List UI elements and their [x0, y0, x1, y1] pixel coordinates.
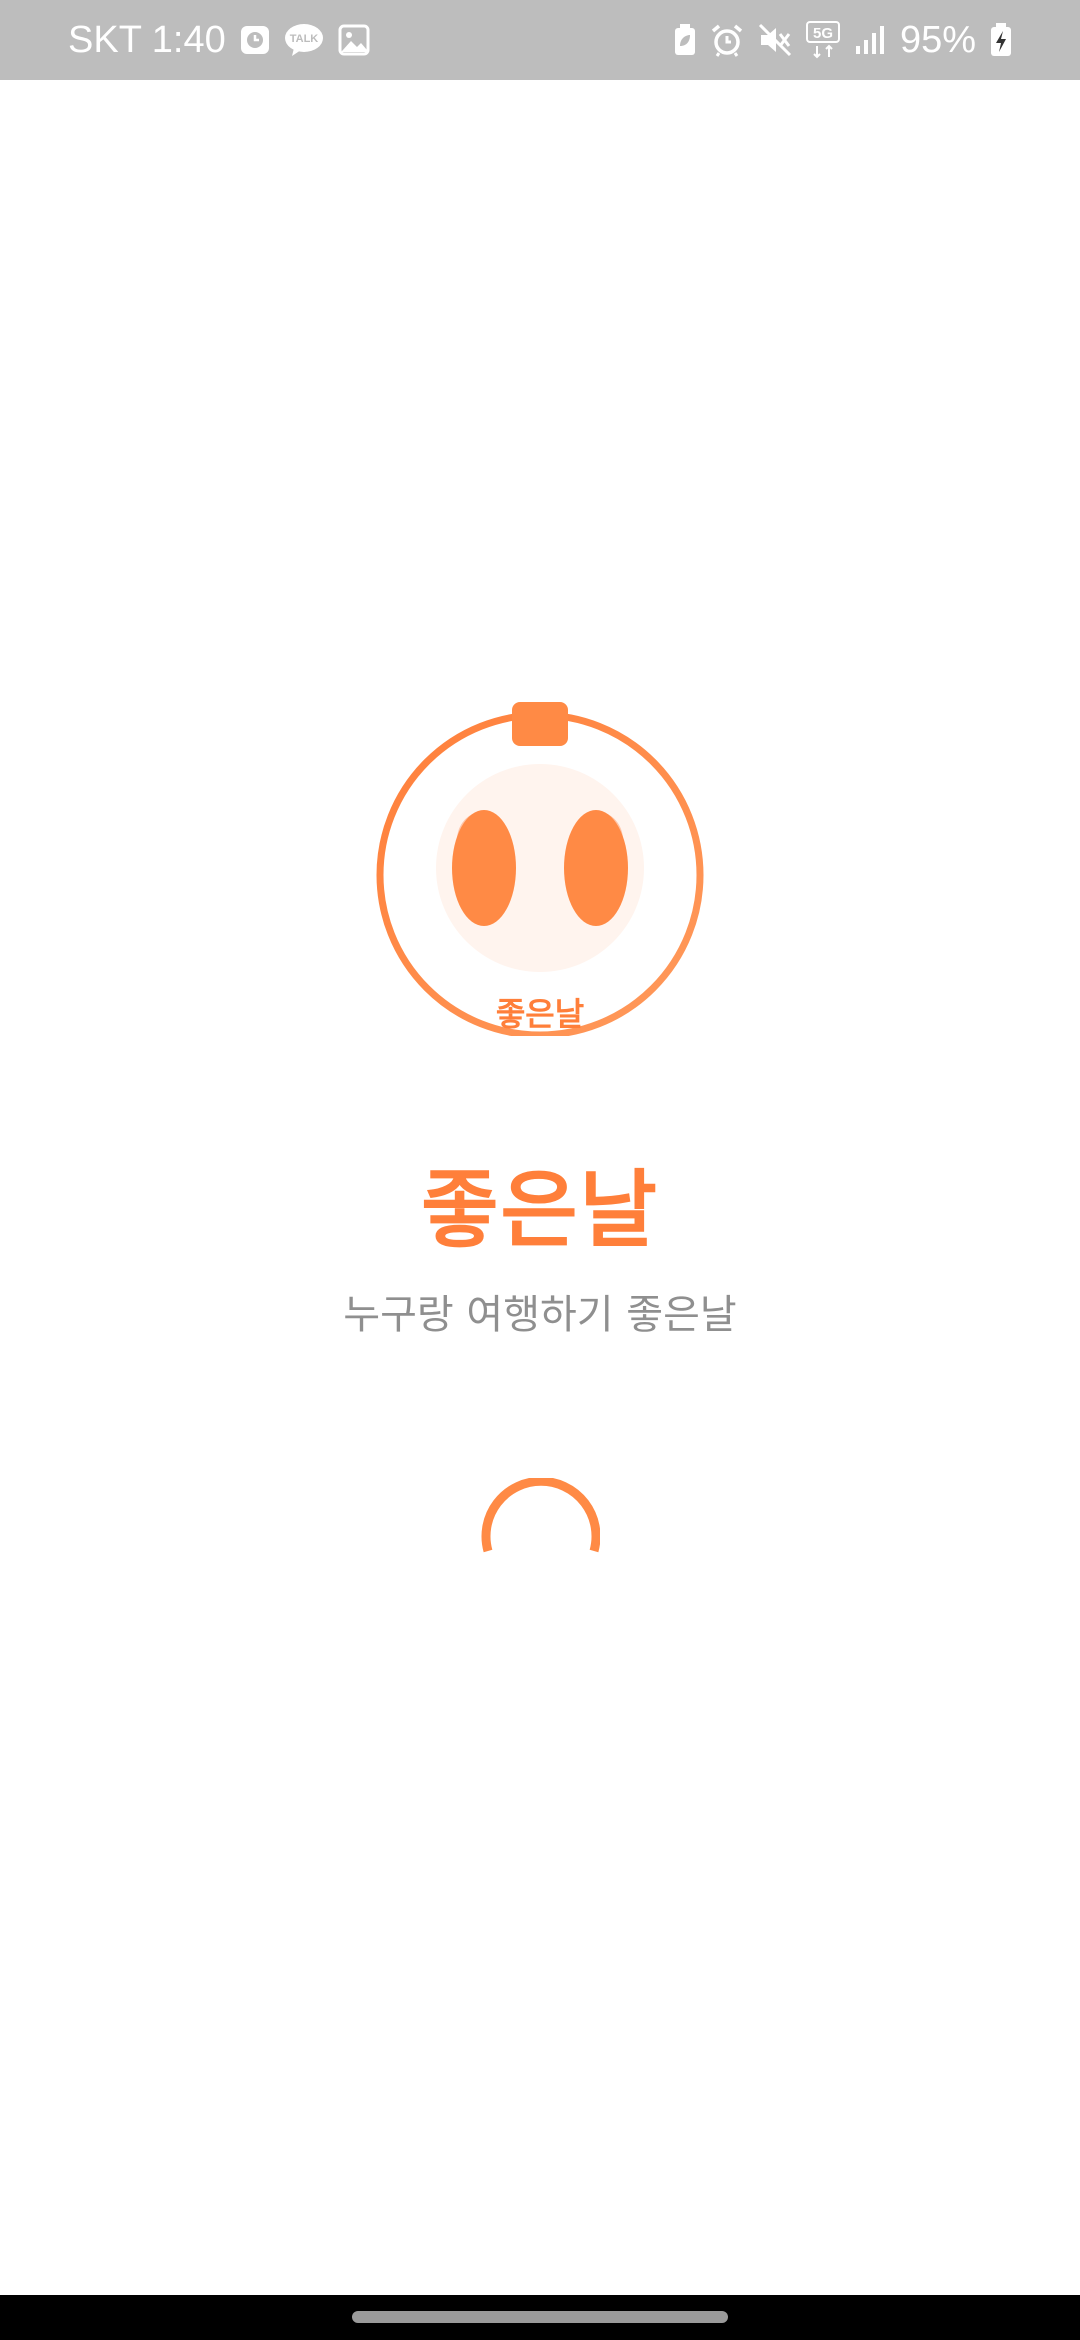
navigation-bar: [0, 2295, 1080, 2340]
logo-caption: 좋은날: [496, 995, 584, 1033]
battery-saver-icon: [674, 24, 696, 56]
status-bar: SKT 1:40 TALK 5G 95%: [0, 0, 1080, 80]
signal-icon: [854, 24, 886, 56]
alarm-icon: [710, 23, 744, 57]
network-5g-icon: 5G: [805, 20, 840, 60]
carrier-time: SKT 1:40: [68, 18, 226, 61]
status-right: 5G 95%: [674, 0, 1012, 80]
status-left: SKT 1:40 TALK: [68, 0, 370, 80]
svg-text:TALK: TALK: [289, 33, 318, 45]
gallery-icon: [338, 24, 370, 56]
loading-spinner: [480, 1476, 601, 1598]
splash-screen: 좋은날 좋은날 누구랑 여행하기 좋은날: [0, 80, 1080, 2295]
svg-text:5G: 5G: [813, 25, 833, 42]
app-subtitle: 누구랑 여행하기 좋은날: [343, 1292, 737, 1338]
battery-charging-icon: [990, 23, 1012, 57]
mute-icon: [758, 23, 792, 57]
home-gesture-handle[interactable]: [352, 2311, 728, 2323]
kakaotalk-icon: TALK: [284, 23, 324, 57]
clock-app-icon: [240, 24, 270, 56]
battery-percent: 95%: [899, 18, 976, 61]
app-title: 좋은날: [421, 1161, 659, 1259]
app-logo: 좋은날: [372, 700, 708, 1039]
